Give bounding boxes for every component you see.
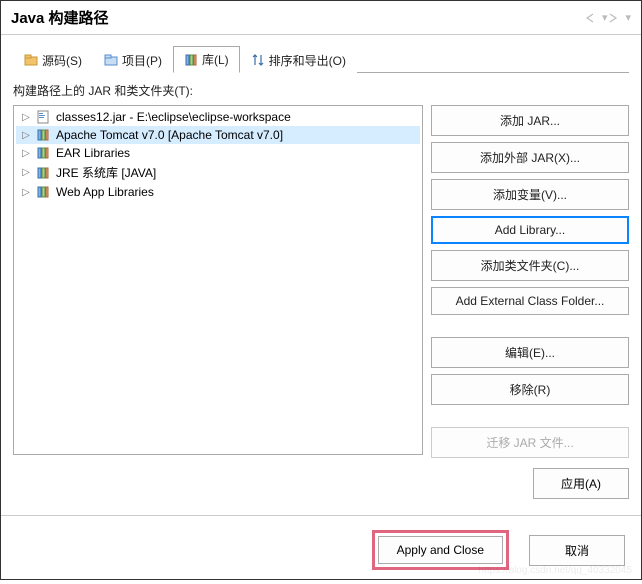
tab-order-export[interactable]: 排序和导出(O) [240,46,357,73]
libraries-icon [184,53,198,67]
titlebar: Java 构建路径 ▾ ▾ [1,1,641,35]
add-external-class-folder-button[interactable]: Add External Class Folder... [431,287,629,315]
tab-label: 源码(S) [42,52,82,69]
add-jar-button[interactable]: 添加 JAR... [431,105,629,136]
tab-label: 项目(P) [122,52,162,69]
tab-source[interactable]: 源码(S) [13,46,93,73]
tree-item[interactable]: ▷ classes12.jar - E:\eclipse\eclipse-wor… [16,108,420,126]
projects-icon [104,53,118,67]
order-export-icon [251,53,265,67]
expander-icon[interactable]: ▷ [20,167,32,178]
edit-button[interactable]: 编辑(E)... [431,337,629,368]
tree-item-label: JRE 系统库 [JAVA] [56,164,156,181]
expander-icon[interactable]: ▷ [20,148,32,159]
library-icon [36,166,52,180]
tabbar: 源码(S) 项目(P) 库(L) 排序和导出(O) [13,45,629,73]
apply-row: 应用(A) [13,458,629,515]
expander-icon[interactable]: ▷ [20,130,32,141]
tab-label: 排序和导出(O) [269,52,346,69]
tree-item[interactable]: ▷ EAR Libraries [16,144,420,162]
remove-button[interactable]: 移除(R) [431,374,629,405]
expander-icon[interactable]: ▷ [20,187,32,198]
watermark-text: https://blog.csdn.net/qq_40332045 [479,565,632,576]
add-library-button[interactable]: Add Library... [431,216,629,244]
tree-item[interactable]: ▷ Apache Tomcat v7.0 [Apache Tomcat v7.0… [16,126,420,144]
apply-and-close-button[interactable]: Apply and Close [378,536,503,564]
cancel-button[interactable]: 取消 [529,535,625,566]
button-column: 添加 JAR... 添加外部 JAR(X)... 添加变量(V)... Add … [431,105,629,458]
nav-forward-menu-icon[interactable]: ▾ [625,11,631,24]
tree-item[interactable]: ▷ Web App Libraries [16,183,420,201]
tab-label: 库(L) [202,51,229,68]
add-class-folder-button[interactable]: 添加类文件夹(C)... [431,250,629,281]
migrate-jar-button: 迁移 JAR 文件... [431,427,629,458]
page-title: Java 构建路径 [11,7,109,28]
tree-item[interactable]: ▷ JRE 系统库 [JAVA] [16,162,420,183]
add-variable-button[interactable]: 添加变量(V)... [431,179,629,210]
nav-back-icon[interactable] [586,13,600,23]
jar-file-icon [36,110,52,124]
source-folder-icon [24,53,38,67]
add-external-jar-button[interactable]: 添加外部 JAR(X)... [431,142,629,173]
jar-tree[interactable]: ▷ classes12.jar - E:\eclipse\eclipse-wor… [13,105,423,455]
apply-button[interactable]: 应用(A) [533,468,629,499]
tree-item-label: EAR Libraries [56,146,130,160]
apply-close-highlight: Apply and Close [372,530,509,570]
libraries-pane: 构建路径上的 JAR 和类文件夹(T): ▷ classes12.jar - E… [13,72,629,515]
tab-projects[interactable]: 项目(P) [93,46,173,73]
library-icon [36,185,52,199]
content-area: 源码(S) 项目(P) 库(L) 排序和导出(O) 构建路径上的 JAR 和类文… [1,35,641,515]
library-icon [36,128,52,142]
tree-item-label: Apache Tomcat v7.0 [Apache Tomcat v7.0] [56,128,283,142]
library-icon [36,146,52,160]
tab-libraries[interactable]: 库(L) [173,46,240,73]
pane-body: ▷ classes12.jar - E:\eclipse\eclipse-wor… [13,105,629,458]
expander-icon[interactable]: ▷ [20,112,32,123]
nav-arrow-group: ▾ ▾ [586,11,631,24]
tree-item-label: Web App Libraries [56,185,154,199]
pane-label: 构建路径上的 JAR 和类文件夹(T): [13,82,629,99]
nav-forward-icon[interactable] [609,13,623,23]
tree-item-label: classes12.jar - E:\eclipse\eclipse-works… [56,110,291,124]
nav-back-menu-icon[interactable]: ▾ [602,11,608,24]
